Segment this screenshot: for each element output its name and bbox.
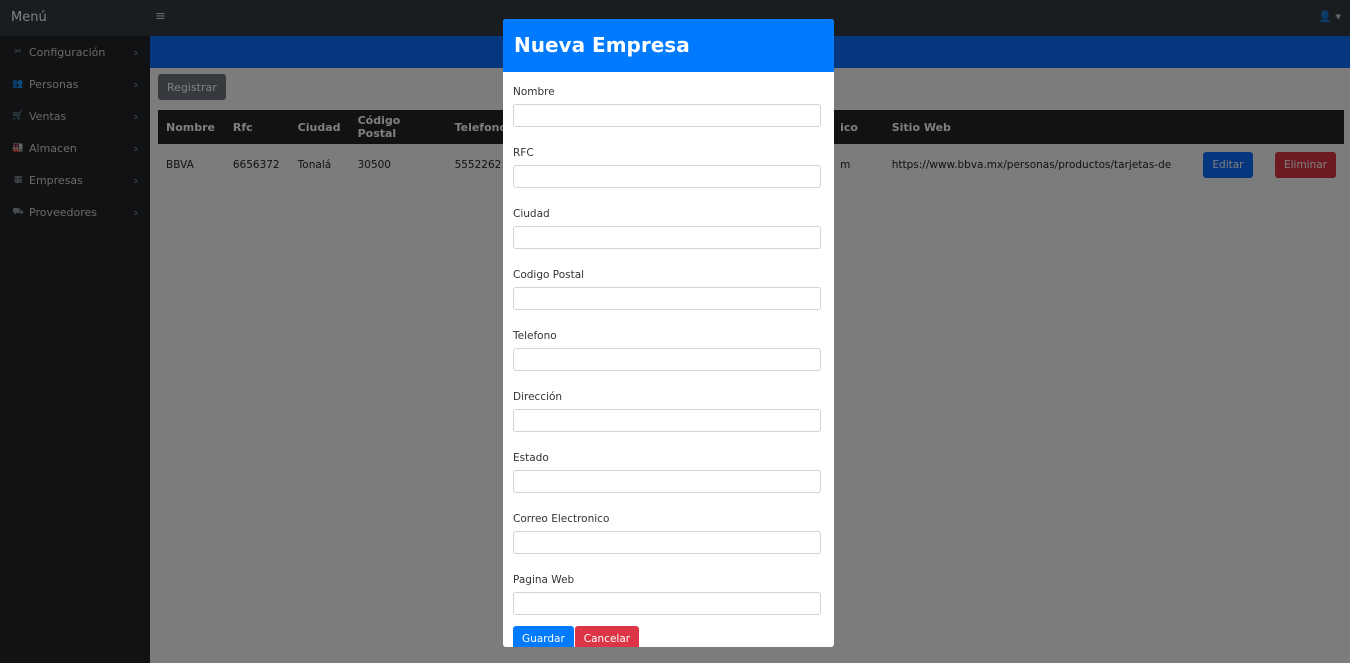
telefono-label: Telefono: [513, 330, 557, 342]
codigo-postal-label: Codigo Postal: [513, 269, 585, 281]
nombre-input[interactable]: [513, 104, 821, 127]
pagina-web-label: Pagina Web: [513, 574, 575, 586]
ciudad-input[interactable]: [513, 226, 821, 249]
codigo-postal-input[interactable]: [513, 287, 821, 310]
direccion-label: Dirección: [513, 391, 563, 403]
nombre-label: Nombre: [513, 86, 555, 98]
save-button[interactable]: Guardar: [513, 626, 574, 647]
pagina-web-input[interactable]: [513, 592, 821, 615]
estado-label: Estado: [513, 452, 549, 464]
modal-title: Nueva Empresa: [503, 19, 834, 72]
ciudad-label: Ciudad: [513, 208, 550, 220]
telefono-input[interactable]: [513, 348, 821, 371]
rfc-input[interactable]: [513, 165, 821, 188]
correo-label: Correo Electronico: [513, 513, 610, 525]
modal-actions: Guardar Cancelar: [513, 626, 823, 647]
correo-input[interactable]: [513, 531, 821, 554]
modal-body: Nombre RFC Ciudad Codigo Postal Telefono…: [503, 72, 834, 647]
rfc-label: RFC: [513, 147, 534, 159]
estado-input[interactable]: [513, 470, 821, 493]
new-company-modal: Nueva Empresa Nombre RFC Ciudad Codigo P…: [503, 19, 834, 647]
cancel-button[interactable]: Cancelar: [574, 626, 640, 647]
direccion-input[interactable]: [513, 409, 821, 432]
